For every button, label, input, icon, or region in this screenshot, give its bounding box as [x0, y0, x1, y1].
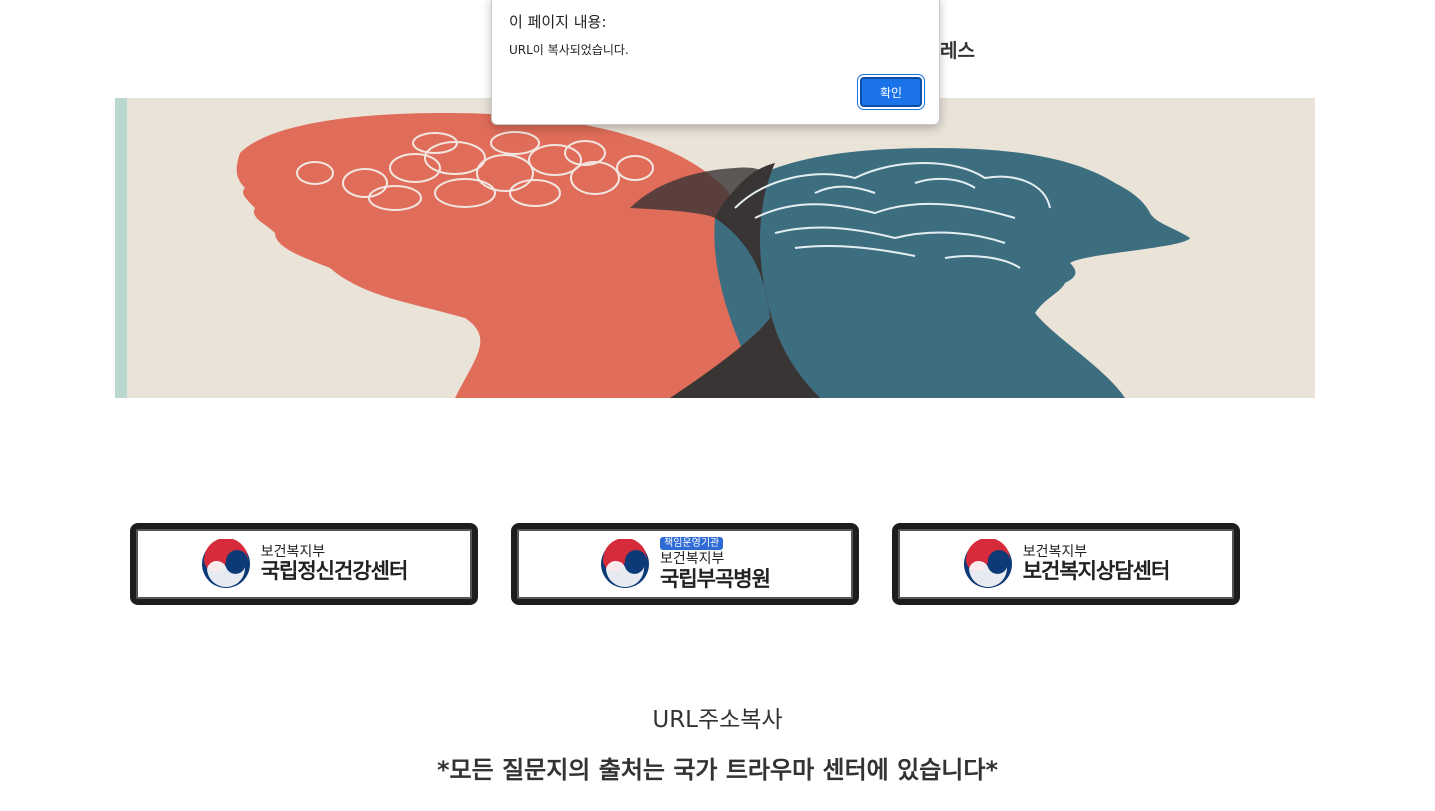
institution-name: 국립정신건강센터 [260, 559, 409, 584]
institution-name: 보건복지상담센터 [1022, 559, 1171, 584]
institution-name: 국립부곡병원 [660, 566, 771, 591]
link-national-bugok-hospital[interactable]: 책임운영기관 보건복지부 국립부곡병원 [511, 523, 859, 605]
dialog-title: 이 페이지 내용: [509, 13, 607, 31]
link-welfare-counseling-center[interactable]: 보건복지부 보건복지상담센터 [892, 523, 1240, 605]
taegeuk-emblem-icon [201, 539, 250, 588]
dialog-message: URL이 복사되었습니다. [509, 43, 629, 57]
taegeuk-emblem-icon [963, 539, 1012, 588]
hero-image-brain-heads [115, 98, 1315, 398]
dialog-ok-button[interactable]: 확인 [860, 77, 922, 107]
taegeuk-emblem-icon [601, 538, 650, 588]
link-national-mental-health-center[interactable]: 보건복지부 국립정신건강센터 [130, 523, 478, 605]
url-copy-link[interactable]: URL주소복사 [0, 700, 1435, 734]
alert-dialog: 이 페이지 내용: URL이 복사되었습니다. 확인 [491, 0, 940, 125]
page-title: 레스 [940, 40, 975, 62]
source-note: *모든 질문지의 출처는 국가 트라우마 센터에 있습니다* [437, 756, 998, 784]
ministry-label: 보건복지부 [660, 551, 725, 568]
ministry-label: 보건복지부 [260, 543, 326, 560]
ministry-label: 보건복지부 [1022, 543, 1088, 560]
agency-badge: 책임운영기관 [660, 537, 724, 551]
